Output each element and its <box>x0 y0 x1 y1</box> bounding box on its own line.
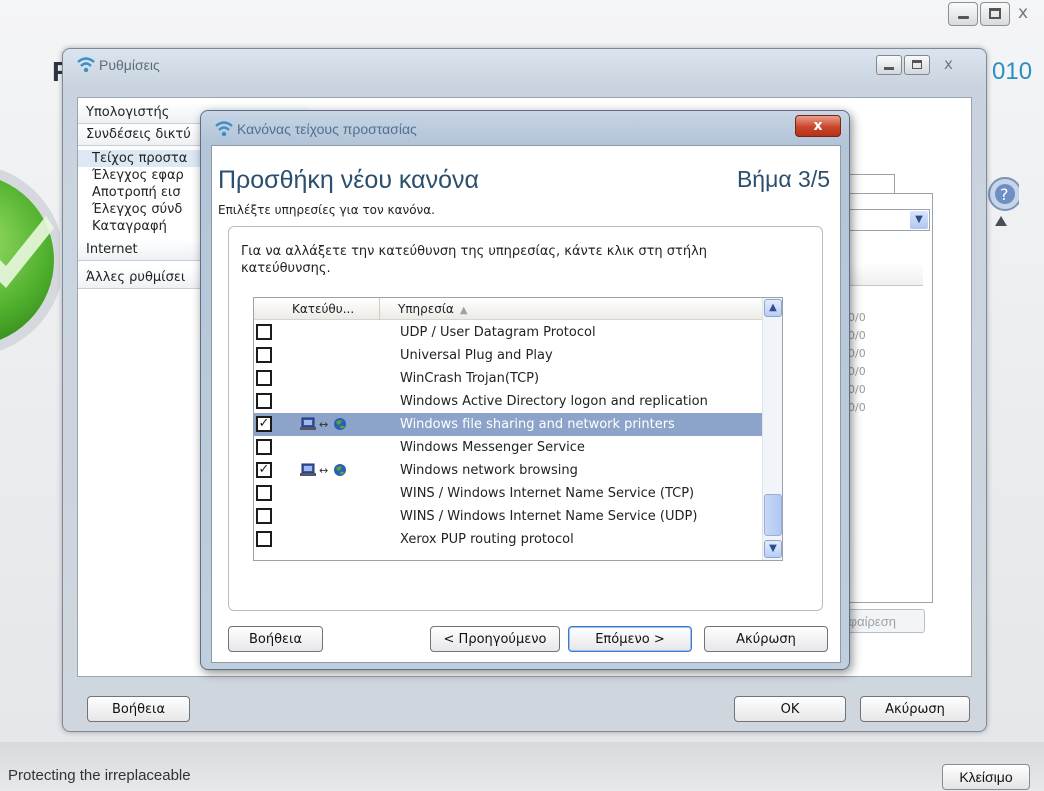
service-checkbox[interactable] <box>256 324 272 340</box>
service-rows: UDP / User Datagram Protocol Universal Pl… <box>254 321 762 551</box>
service-name: Windows file sharing and network printer… <box>400 417 675 432</box>
direction-both-icon[interactable]: ↔ <box>300 462 370 478</box>
service-name: WINS / Windows Internet Name Service (UD… <box>400 509 698 524</box>
close-icon[interactable]: x <box>1012 2 1042 26</box>
right-column-values: 0/0 0/0 0/0 0/0 0/0 0/0 <box>848 309 866 417</box>
service-checkbox[interactable]: ✓ <box>256 462 272 478</box>
service-row[interactable]: ✓ ↔ Windows network browsing <box>254 459 762 482</box>
scroll-down-icon[interactable]: ▼ <box>764 540 782 558</box>
scroll-up-icon[interactable]: ▲ <box>764 299 782 317</box>
settings-ok-button[interactable]: OK <box>734 696 846 722</box>
right-value: 0/0 <box>848 347 866 360</box>
minimize-icon[interactable] <box>948 2 978 26</box>
close-icon[interactable]: x <box>932 55 972 75</box>
svg-text:?: ? <box>1000 185 1009 204</box>
service-checkbox[interactable] <box>256 393 272 409</box>
sort-ascending-icon: ▲ <box>459 305 468 316</box>
wizard-next-button[interactable]: Επόμενο > <box>568 626 692 652</box>
service-name: Windows network browsing <box>400 463 578 478</box>
service-name: Xerox PUP routing protocol <box>400 532 574 547</box>
settings-cancel-button[interactable]: Ακύρωση <box>860 696 970 722</box>
chevron-down-icon[interactable]: ▼ <box>910 211 928 229</box>
direction-cell[interactable] <box>300 508 370 524</box>
direction-cell[interactable] <box>300 393 370 409</box>
wizard-step: Βήμα 3/5 <box>736 166 830 192</box>
service-row[interactable]: UDP / User Datagram Protocol <box>254 321 762 344</box>
service-checkbox[interactable] <box>256 531 272 547</box>
service-checkbox[interactable]: ✓ <box>256 416 272 432</box>
help-icon[interactable]: ? <box>985 172 1019 232</box>
svg-text:↔: ↔ <box>319 418 328 431</box>
service-name: UDP / User Datagram Protocol <box>400 325 596 340</box>
direction-cell[interactable] <box>300 347 370 363</box>
service-row[interactable]: Windows Active Directory logon and repli… <box>254 390 762 413</box>
service-row[interactable]: WINS / Windows Internet Name Service (UD… <box>254 505 762 528</box>
direction-cell[interactable] <box>300 485 370 501</box>
app-close-button[interactable]: Κλείσιμο <box>942 764 1030 790</box>
settings-app-icon <box>77 57 95 73</box>
direction-both-icon[interactable]: ↔ <box>300 416 370 432</box>
wizard-body: Προσθήκη νέου κανόνα Βήμα 3/5 Επιλέξτε υ… <box>211 145 841 663</box>
tagline: Protecting the irreplaceable <box>8 767 191 784</box>
service-row[interactable]: ✓ ↔ Windows file sharing and network print… <box>254 413 762 436</box>
list-scrollbar[interactable]: ▲ ▼ <box>762 298 782 560</box>
right-value: 0/0 <box>848 401 866 414</box>
column-service[interactable]: Υπηρεσία ▲ <box>380 298 468 320</box>
right-value: 0/0 <box>848 383 866 396</box>
service-row[interactable]: WinCrash Trojan(TCP) <box>254 367 762 390</box>
wizard-help-button[interactable]: Βοήθεια <box>228 626 323 652</box>
firewall-rule-wizard: Κανόνας τείχους προστασίας x Προσθήκη νέ… <box>200 110 850 670</box>
wizard-title: Κανόνας τείχους προστασίας <box>237 121 417 137</box>
direction-cell[interactable] <box>300 370 370 386</box>
service-checkbox[interactable] <box>256 370 272 386</box>
right-value: 0/0 <box>848 311 866 324</box>
service-row[interactable]: Windows Messenger Service <box>254 436 762 459</box>
service-name: WINS / Windows Internet Name Service (TC… <box>400 486 695 501</box>
firewall-rule-icon <box>215 121 233 137</box>
close-icon[interactable]: x <box>795 115 841 137</box>
wizard-cancel-button[interactable]: Ακύρωση <box>704 626 828 652</box>
service-row[interactable]: WINS / Windows Internet Name Service (TC… <box>254 482 762 505</box>
service-name: Windows Active Directory logon and repli… <box>400 394 708 409</box>
list-header: Κατεύθυ... Υπηρεσία ▲ <box>254 298 762 320</box>
wizard-previous-button[interactable]: < Προηγούμενο <box>430 626 560 652</box>
service-checkbox[interactable] <box>256 508 272 524</box>
service-row[interactable]: Xerox PUP routing protocol <box>254 528 762 551</box>
column-direction[interactable]: Κατεύθυ... <box>272 298 380 320</box>
scrollbar-thumb[interactable] <box>764 494 782 536</box>
direction-cell[interactable] <box>300 439 370 455</box>
wizard-subtitle: Επιλέξτε υπηρεσίες για τον κανόνα. <box>218 203 435 217</box>
app-window-controls: x <box>948 2 1044 26</box>
service-checkbox[interactable] <box>256 439 272 455</box>
services-group: Για να αλλάξετε την κατεύθυνση της υπηρε… <box>228 226 823 611</box>
minimize-icon[interactable] <box>876 55 902 75</box>
direction-cell[interactable] <box>300 531 370 547</box>
settings-help-button[interactable]: Βοήθεια <box>87 696 190 722</box>
service-checkbox[interactable] <box>256 347 272 363</box>
svg-text:↔: ↔ <box>319 464 328 477</box>
direction-cell[interactable] <box>300 324 370 340</box>
services-list: Κατεύθυ... Υπηρεσία ▲ UDP / User Datagram… <box>253 297 783 561</box>
service-row[interactable]: Universal Plug and Play <box>254 344 762 367</box>
maximize-icon[interactable] <box>904 55 930 75</box>
service-checkbox[interactable] <box>256 485 272 501</box>
right-value: 0/0 <box>848 329 866 342</box>
service-name: Windows Messenger Service <box>400 440 585 455</box>
protection-status-icon <box>0 169 60 351</box>
product-year-fragment: 010 <box>992 58 1033 85</box>
right-value: 0/0 <box>848 365 866 378</box>
wizard-heading: Προσθήκη νέου κανόνα <box>218 166 479 194</box>
service-name: Universal Plug and Play <box>400 348 553 363</box>
instructions-text: Για να αλλάξετε την κατεύθυνση της υπηρε… <box>241 244 708 276</box>
column-service-label: Υπηρεσία <box>398 302 454 316</box>
maximize-icon[interactable] <box>980 2 1010 26</box>
settings-window-title: Ρυθμίσεις <box>99 57 160 73</box>
settings-window-controls: x <box>874 55 972 75</box>
service-name: WinCrash Trojan(TCP) <box>400 371 540 386</box>
